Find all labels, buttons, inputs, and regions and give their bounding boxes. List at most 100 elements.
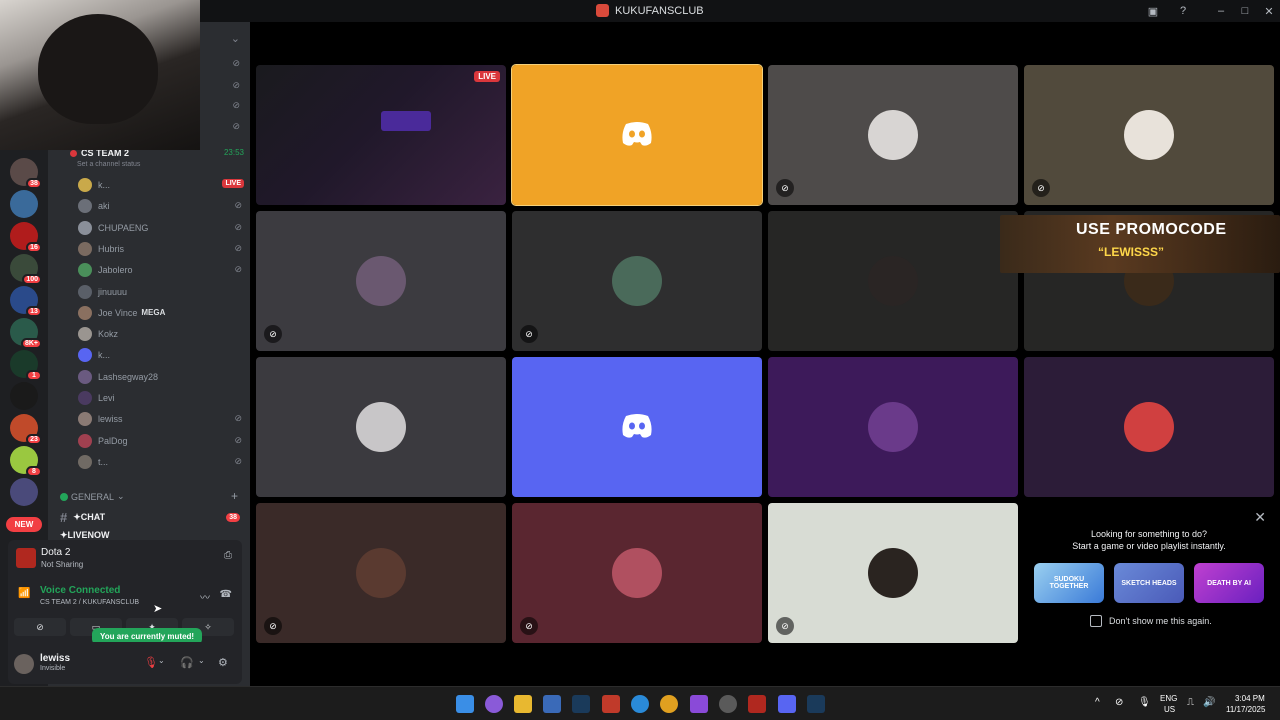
voice-status[interactable]: Voice Connected <box>40 585 120 596</box>
voice-member[interactable]: Jabolero ⊘ <box>78 261 244 279</box>
channel-status-link[interactable]: Set a channel status <box>58 161 244 168</box>
server-icon[interactable] <box>10 190 38 218</box>
member-name: t... <box>98 456 109 467</box>
disconnect-icon[interactable]: ☎ <box>220 589 232 600</box>
clock-time[interactable]: 3:04 PM <box>1235 694 1265 703</box>
voice-member[interactable]: lewiss ⊘ <box>78 410 244 428</box>
app-icon[interactable] <box>690 695 708 713</box>
channel-chat[interactable]: # ✦CHAT 38 <box>60 510 240 525</box>
activity-card-sudoku[interactable]: SUDOKU TOGETHER <box>1034 563 1104 603</box>
close-button[interactable]: ✕ <box>1261 3 1277 19</box>
video-tile[interactable]: LIVE <box>256 65 506 205</box>
steam-icon[interactable] <box>572 695 590 713</box>
server-icon[interactable]: 16 <box>10 222 42 253</box>
server-icon[interactable]: 38 <box>10 158 42 189</box>
dont-show-checkbox[interactable] <box>1090 615 1102 627</box>
windows-start-icon[interactable] <box>456 695 474 713</box>
settings-gear-icon[interactable]: ⚙ <box>218 656 228 669</box>
microphone-icon[interactable]: 🎙 <box>1138 697 1151 708</box>
video-tile[interactable]: ⊘ <box>512 211 762 351</box>
voice-member[interactable]: Joe Vince MEGA <box>78 304 244 322</box>
language-indicator[interactable]: ENG <box>1160 694 1177 703</box>
video-tile[interactable]: ⊘ <box>768 503 1018 643</box>
video-tile[interactable] <box>768 357 1018 497</box>
hash-icon: # <box>60 510 68 525</box>
copilot-icon[interactable] <box>485 695 503 713</box>
server-icon[interactable]: 13 <box>10 286 42 317</box>
unread-badge: 38 <box>226 513 240 522</box>
video-tile[interactable]: ⊘ <box>768 65 1018 205</box>
app-icon[interactable] <box>602 695 620 713</box>
voice-member[interactable]: PalDog ⊘ <box>78 432 244 450</box>
chevron-down-icon[interactable]: ⌄ <box>158 656 165 665</box>
username[interactable]: lewiss <box>40 653 70 664</box>
mic-muted-icon[interactable]: 🎙 <box>144 656 158 669</box>
voice-member[interactable]: aki ⊘ <box>78 197 244 215</box>
avatar[interactable] <box>14 654 34 674</box>
inbox-icon[interactable]: ▣ <box>1145 3 1161 19</box>
noise-suppression-icon[interactable]: 〰 <box>200 589 210 604</box>
voice-channel-header[interactable]: CS TEAM 2 23:53 Set a channel status <box>58 148 244 168</box>
server-icon[interactable]: 8 <box>10 446 42 477</box>
voice-member[interactable]: k... <box>78 346 244 364</box>
video-tile[interactable] <box>512 357 762 497</box>
server-icon[interactable] <box>10 478 38 506</box>
discord-icon[interactable] <box>778 695 796 713</box>
minimize-button[interactable]: – <box>1213 3 1229 19</box>
voice-member[interactable]: Levi <box>78 389 244 407</box>
chevron-down-icon[interactable]: ⌄ <box>231 32 240 45</box>
avatar <box>78 178 92 192</box>
maximize-button[interactable]: □ <box>1237 3 1253 19</box>
video-tile[interactable] <box>511 64 763 206</box>
edge-icon[interactable] <box>631 695 649 713</box>
video-tile[interactable] <box>1024 357 1274 497</box>
video-tile[interactable]: ⊘ <box>256 503 506 643</box>
video-tile[interactable] <box>768 211 1018 351</box>
steam-icon[interactable] <box>807 695 825 713</box>
video-tile[interactable]: ⊘ <box>1024 65 1274 205</box>
store-icon[interactable] <box>543 695 561 713</box>
activity-card-death-by-ai[interactable]: DEATH BY AI <box>1194 563 1264 603</box>
channel-dot-icon <box>70 149 77 157</box>
voice-location[interactable]: CS TEAM 2 / KUKUFANSCLUB <box>40 599 139 606</box>
video-tile[interactable] <box>256 357 506 497</box>
close-icon[interactable]: ✕ <box>1254 509 1266 526</box>
server-icon[interactable] <box>10 382 38 410</box>
headphones-icon[interactable]: 🎧 <box>180 656 194 669</box>
tray-icon[interactable]: ⊘ <box>1115 697 1123 708</box>
clock-date[interactable]: 11/17/2025 <box>1226 705 1265 714</box>
window-title: KUKUFANSCLUB <box>596 4 704 17</box>
video-tile[interactable]: ⊘ <box>512 503 762 643</box>
avatar <box>868 548 918 598</box>
dont-show-label[interactable]: Don't show me this again. <box>1109 616 1212 626</box>
voice-member[interactable]: Hubris ⊘ <box>78 240 244 258</box>
screen-share-icon[interactable]: ⎙ <box>224 550 232 561</box>
camera-button[interactable]: ⊘ <box>14 618 66 636</box>
network-icon[interactable]: ⎍ <box>1187 697 1194 708</box>
file-explorer-icon[interactable] <box>514 695 532 713</box>
tray-chevron-icon[interactable]: ^ <box>1095 697 1100 708</box>
activity-panel: Dota 2 Not Sharing ⎙ <box>8 540 242 576</box>
server-icon[interactable]: 8K+ <box>10 318 42 349</box>
chrome-icon[interactable] <box>660 695 678 713</box>
voice-member[interactable]: Lashsegway28 <box>78 368 244 386</box>
video-tile[interactable]: ⊘ <box>256 211 506 351</box>
voice-member[interactable]: CHUPAENG ⊘ <box>78 219 244 237</box>
volume-icon[interactable]: 🔊 <box>1203 697 1215 708</box>
server-icon[interactable]: 23 <box>10 414 42 445</box>
voice-member[interactable]: jinuuuu <box>78 283 244 301</box>
language-region[interactable]: US <box>1164 705 1175 714</box>
activity-card-sketch[interactable]: SKETCH HEADS <box>1114 563 1184 603</box>
dota-icon[interactable] <box>748 695 766 713</box>
help-icon[interactable]: ? <box>1175 3 1191 19</box>
category-general[interactable]: GENERAL ⌄ <box>60 491 125 502</box>
voice-member[interactable]: k... LIVE <box>78 176 244 194</box>
signal-icon[interactable]: 📶 <box>18 588 30 599</box>
chevron-down-icon[interactable]: ⌄ <box>198 656 205 665</box>
add-channel-icon[interactable]: + <box>231 489 238 503</box>
app-icon[interactable] <box>719 695 737 713</box>
server-icon[interactable]: 100 <box>10 254 42 285</box>
voice-member[interactable]: Kokz <box>78 325 244 343</box>
voice-member[interactable]: t... ⊘ <box>78 453 244 471</box>
server-icon[interactable]: 1 <box>10 350 42 381</box>
